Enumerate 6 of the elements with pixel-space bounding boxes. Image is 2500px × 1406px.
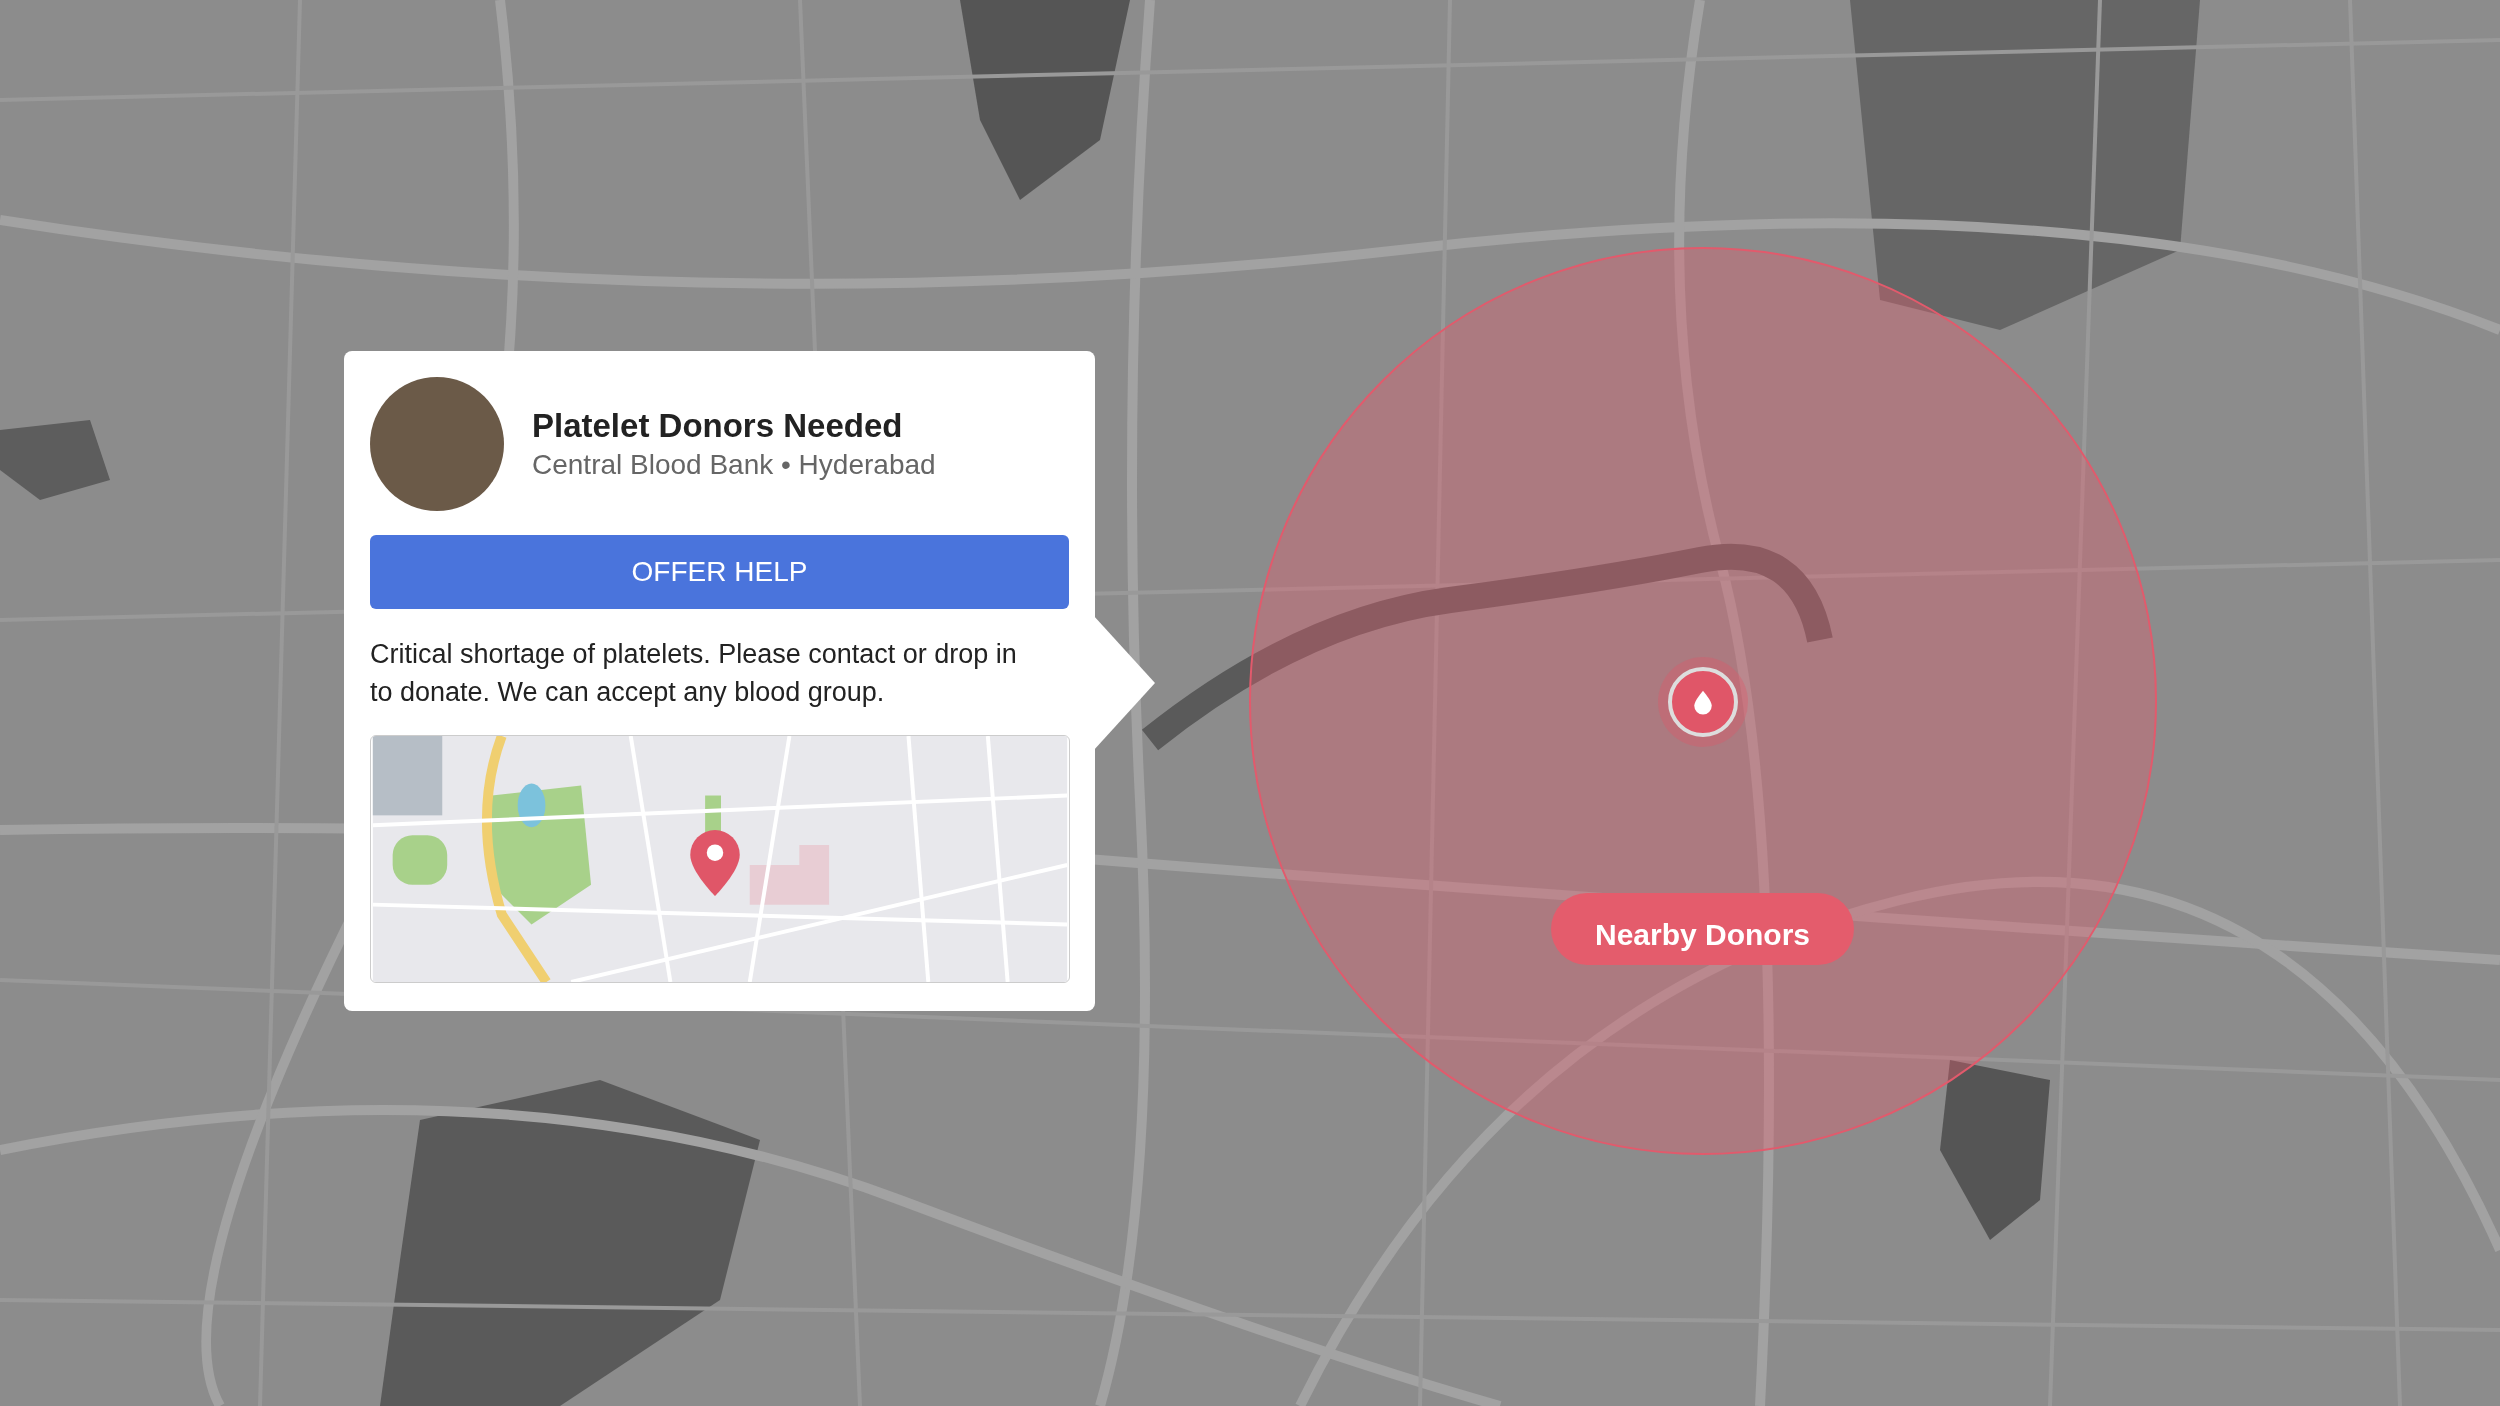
nearby-donors-button[interactable]: Nearby Donors (1551, 893, 1854, 965)
request-location: Central Blood Bank • Hyderabad (532, 449, 936, 481)
request-description: Critical shortage of platelets. Please contact or drop in to donate. We can accept any blood group. (370, 638, 1018, 709)
request-title: Platelet Donors Needed (532, 407, 904, 445)
location-pin-icon (690, 830, 740, 896)
offer-help-button[interactable]: OFFER HELP (370, 535, 1069, 609)
